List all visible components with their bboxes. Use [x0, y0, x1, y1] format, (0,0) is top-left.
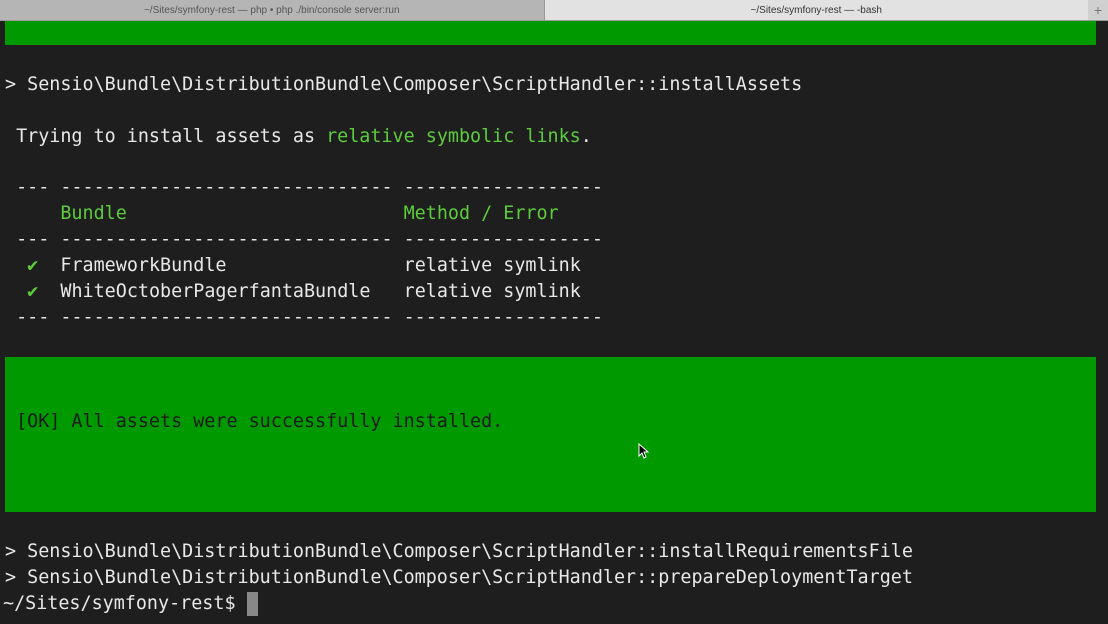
mouse-cursor-icon — [638, 443, 650, 459]
shell-prompt[interactable]: ~/Sites/symfony-rest$ — [3, 591, 258, 617]
tab-bar: ~/Sites/symfony-rest — php • php ./bin/c… — [0, 0, 1108, 21]
row-method: relative symlink — [403, 255, 581, 276]
prompt-text: ~/Sites/symfony-rest$ — [3, 593, 247, 614]
header-method: Method / Error — [403, 203, 559, 224]
tab-server-run[interactable]: ~/Sites/symfony-rest — php • php ./bin/c… — [0, 0, 544, 20]
table-header: Bundle Method / Error — [5, 201, 559, 227]
command-prepare-deployment: > Sensio\Bundle\DistributionBundle\Compo… — [5, 567, 913, 588]
trying-highlight: relative symbolic links — [326, 126, 581, 147]
text-cursor — [246, 592, 258, 616]
table-row: ✔ FrameworkBundle relative symlink — [5, 253, 581, 279]
table-rule: --- ------------------------------ -----… — [5, 177, 603, 198]
command-install-assets: > Sensio\Bundle\DistributionBundle\Compo… — [5, 74, 803, 95]
row-method: relative symlink — [403, 281, 581, 302]
table-rule: --- ------------------------------ -----… — [5, 229, 603, 250]
table-row: ✔ WhiteOctoberPagerfantaBundle relative … — [5, 279, 581, 305]
command-install-requirements: > Sensio\Bundle\DistributionBundle\Compo… — [5, 541, 913, 562]
trying-prefix: Trying to install assets as — [5, 126, 327, 147]
ok-message: [OK] All assets were successfully instal… — [5, 411, 504, 432]
tab-bash[interactable]: ~/Sites/symfony-rest — -bash — [543, 0, 1088, 20]
row-bundle: WhiteOctoberPagerfantaBundle — [60, 281, 404, 302]
new-tab-button[interactable]: + — [1088, 0, 1108, 20]
table-rule: --- ------------------------------ -----… — [5, 307, 603, 328]
success-block-top — [5, 21, 1096, 45]
check-icon: ✔ — [27, 255, 39, 276]
row-bundle: FrameworkBundle — [60, 255, 404, 276]
check-icon: ✔ — [27, 281, 39, 302]
trying-message: Trying to install assets as relative sym… — [5, 124, 592, 150]
trying-suffix: . — [580, 126, 592, 147]
header-bundle: Bundle — [5, 203, 404, 224]
